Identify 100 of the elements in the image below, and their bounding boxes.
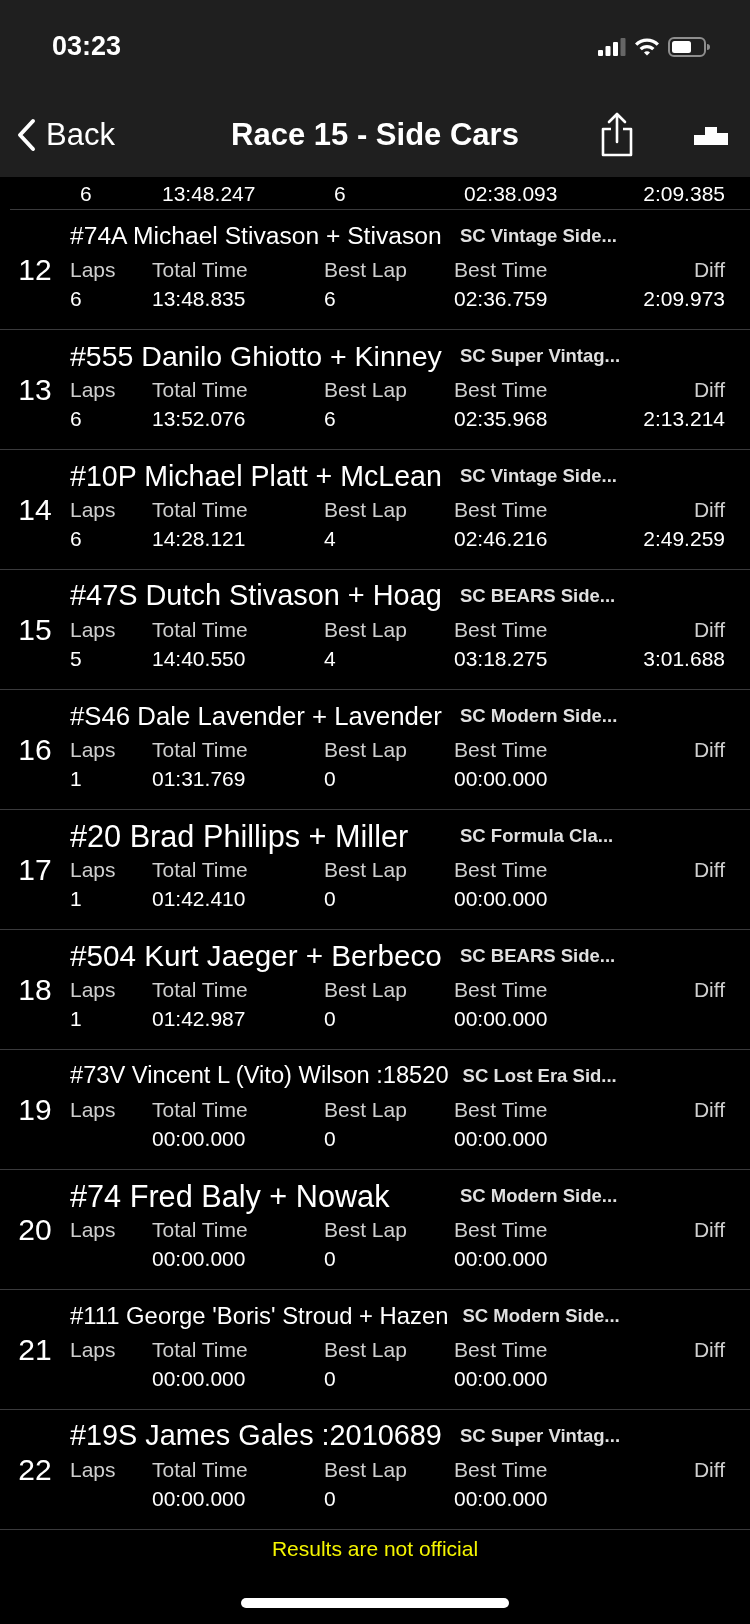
racer-name: #555 Danilo Ghiotto + Kinney (70, 338, 443, 374)
position-number: 13 (18, 373, 52, 406)
nav-title: Race 15 - Side Cars (231, 116, 519, 152)
column-label: Laps (70, 378, 116, 401)
cell-value: 4 (324, 647, 336, 670)
column-label: Best Time (454, 618, 548, 641)
column-label: Total Time (152, 1098, 248, 1121)
column-label: Diff (693, 258, 725, 281)
cell-value: 5 (70, 647, 82, 670)
status-time: 03:23 (52, 30, 122, 64)
column-label: Total Time (152, 738, 248, 761)
cell-value: 2:49.259 (643, 527, 725, 550)
column-label: Diff (693, 618, 725, 641)
cell-value: 00:00.000 (454, 887, 548, 910)
column-label: Best Lap (324, 978, 407, 1001)
disclaimer-text: Results are not official (271, 1537, 479, 1560)
column-label: Diff (693, 378, 725, 401)
cell-value: 4 (324, 527, 336, 550)
class-name: SC Super Vintag... (460, 1424, 621, 1449)
class-name: SC Lost Era Sid... (462, 1064, 617, 1089)
column-label: Laps (70, 1338, 116, 1361)
cell-value: 0 (324, 1127, 336, 1150)
wifi-icon (634, 37, 660, 56)
cell-value: 14:28.121 (152, 527, 246, 550)
column-label: Best Lap (324, 618, 407, 641)
column-label: Best Lap (324, 1218, 407, 1241)
racer-name: #19S James Gales :2010689 (70, 1418, 443, 1454)
position-number: 21 (18, 1333, 52, 1366)
chevron-left-icon (16, 118, 36, 152)
class-name: SC Modern Side... (460, 1184, 618, 1209)
column-label: Best Time (454, 1338, 548, 1361)
class-name: SC Vintage Side... (460, 224, 617, 249)
class-name: SC Vintage Side... (460, 464, 617, 489)
position-number: 17 (18, 853, 52, 886)
racer-name: #74 Fred Baly + Nowak (70, 1178, 391, 1216)
column-label: Best Lap (324, 378, 407, 401)
cell-value: 01:42.987 (152, 1007, 246, 1030)
position-number: 22 (18, 1453, 52, 1486)
column-label: Diff (693, 1338, 725, 1361)
column-label: Best Time (454, 978, 548, 1001)
column-label: Laps (70, 618, 116, 641)
cell-value: 0 (324, 887, 336, 910)
cell-value: 2:09.973 (643, 287, 725, 310)
column-label: Best Lap (324, 1338, 407, 1361)
column-label: Best Lap (324, 258, 407, 281)
class-name: SC BEARS Side... (460, 944, 616, 969)
position-number: 12 (18, 253, 52, 286)
position-number: 19 (18, 1093, 52, 1126)
column-label: Laps (70, 498, 116, 521)
cell-value: 2:13.214 (643, 407, 725, 430)
column-label: Total Time (152, 1338, 248, 1361)
column-label: Total Time (152, 498, 248, 521)
column-label: Diff (693, 978, 725, 1001)
class-name: SC Modern Side... (460, 704, 618, 729)
cell-value: 02:46.216 (454, 527, 548, 550)
position-number: 16 (18, 733, 52, 766)
podium-icon (692, 125, 730, 145)
cell-value: 2:09.385 (643, 182, 725, 205)
column-label: Laps (70, 858, 116, 881)
cell-value: 6 (70, 287, 82, 310)
cell-value: 1 (70, 767, 82, 790)
back-button[interactable]: Back (16, 111, 115, 159)
column-label: Laps (70, 258, 116, 281)
column-label: Laps (70, 1218, 116, 1241)
column-label: Total Time (152, 258, 248, 281)
cell-value: 01:31.769 (152, 767, 246, 790)
racer-name: #74A Michael Stivason + Stivason (70, 220, 443, 251)
cell-value: 00:00.000 (152, 1127, 246, 1150)
cell-value: 6 (334, 182, 346, 205)
cell-value: 00:00.000 (152, 1367, 246, 1390)
class-name: SC Modern Side... (462, 1304, 620, 1329)
cell-value: 02:35.968 (454, 407, 548, 430)
column-label: Diff (693, 738, 725, 761)
column-label: Best Time (454, 858, 548, 881)
cell-value: 02:36.759 (454, 287, 548, 310)
cell-value: 00:00.000 (454, 1007, 548, 1030)
column-label: Total Time (152, 378, 248, 401)
cell-value: 00:00.000 (454, 767, 548, 790)
column-label: Laps (70, 1458, 116, 1481)
cell-value: 14:40.550 (152, 647, 246, 670)
column-label: Laps (70, 978, 116, 1001)
class-name: SC Super Vintag... (460, 344, 621, 369)
cell-value: 6 (70, 407, 82, 430)
podium-button[interactable] (692, 125, 730, 145)
column-label: Diff (693, 858, 725, 881)
column-label: Best Time (454, 738, 548, 761)
column-label: Best Lap (324, 738, 407, 761)
column-label: Best Lap (324, 1098, 407, 1121)
column-label: Total Time (152, 978, 248, 1001)
column-label: Best Time (454, 258, 548, 281)
cell-value: 00:00.000 (454, 1247, 548, 1270)
cell-value: 00:00.000 (454, 1487, 548, 1510)
cell-value: 00:00.000 (152, 1247, 246, 1270)
column-label: Diff (693, 1458, 725, 1481)
cell-value: 0 (324, 767, 336, 790)
signal-icon (598, 37, 626, 56)
cell-value: 6 (70, 527, 82, 550)
column-label: Total Time (152, 1458, 248, 1481)
cell-value: 3:01.688 (643, 647, 725, 670)
cell-value: 13:48.247 (162, 182, 256, 205)
